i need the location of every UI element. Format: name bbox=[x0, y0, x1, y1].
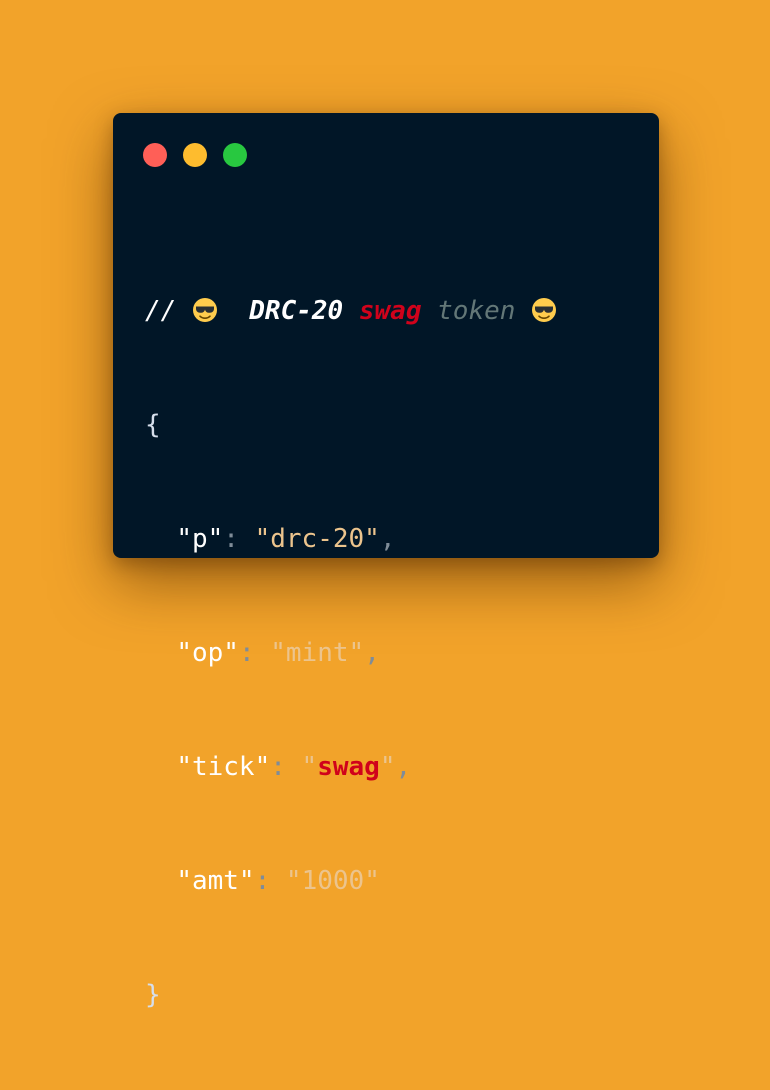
code-window: // DRC-20 swag token { "p": "drc-20", "o… bbox=[113, 113, 659, 1010]
json-quote: " bbox=[285, 866, 302, 896]
json-colon: : bbox=[223, 524, 255, 554]
json-field-amt: "amt": "1000" bbox=[145, 862, 557, 900]
sunglasses-emoji-icon bbox=[532, 298, 557, 322]
json-colon: : bbox=[254, 866, 286, 896]
json-comma: , bbox=[379, 524, 396, 554]
open-brace: { bbox=[145, 410, 161, 440]
json-field-op: "op": "mint", bbox=[145, 634, 557, 672]
json-quote: " bbox=[301, 752, 318, 782]
json-key: "op" bbox=[176, 638, 239, 668]
page-background: { "window": { "controls": ["close", "min… bbox=[0, 0, 770, 1010]
json-quote: " bbox=[364, 866, 380, 896]
json-key: "tick" bbox=[176, 752, 271, 782]
comment-slashes: // bbox=[145, 296, 177, 326]
json-quote: " bbox=[254, 524, 271, 554]
json-value: 1000 bbox=[301, 866, 365, 896]
close-brace: } bbox=[145, 980, 161, 1010]
close-button[interactable] bbox=[143, 143, 167, 167]
comment-accent: swag bbox=[358, 296, 422, 326]
json-quote: " bbox=[379, 752, 396, 782]
json-key: "amt" bbox=[176, 866, 255, 896]
json-comma: , bbox=[364, 638, 380, 668]
json-value: drc-20 bbox=[270, 524, 365, 554]
json-comma: , bbox=[395, 752, 412, 782]
json-value: mint bbox=[285, 638, 349, 668]
json-quote: " bbox=[364, 524, 380, 554]
comment-title: DRC-20 bbox=[249, 296, 344, 326]
json-colon: : bbox=[270, 752, 302, 782]
json-field-tick: "tick": "swag", bbox=[145, 748, 557, 786]
json-key: "p" bbox=[176, 524, 224, 554]
maximize-button[interactable] bbox=[223, 143, 247, 167]
sunglasses-emoji-icon bbox=[192, 298, 217, 322]
json-quote: " bbox=[348, 638, 365, 668]
comment-line: // DRC-20 swag token bbox=[145, 292, 557, 330]
json-colon: : bbox=[238, 638, 271, 668]
comment-muted: token bbox=[437, 296, 516, 326]
json-field-p: "p": "drc-20", bbox=[145, 520, 557, 558]
json-quote: " bbox=[270, 638, 286, 668]
code-block: // DRC-20 swag token { "p": "drc-20", "o… bbox=[145, 216, 557, 1090]
minimize-button[interactable] bbox=[183, 143, 207, 167]
json-value-accent: swag bbox=[317, 752, 380, 782]
window-controls bbox=[143, 143, 247, 167]
